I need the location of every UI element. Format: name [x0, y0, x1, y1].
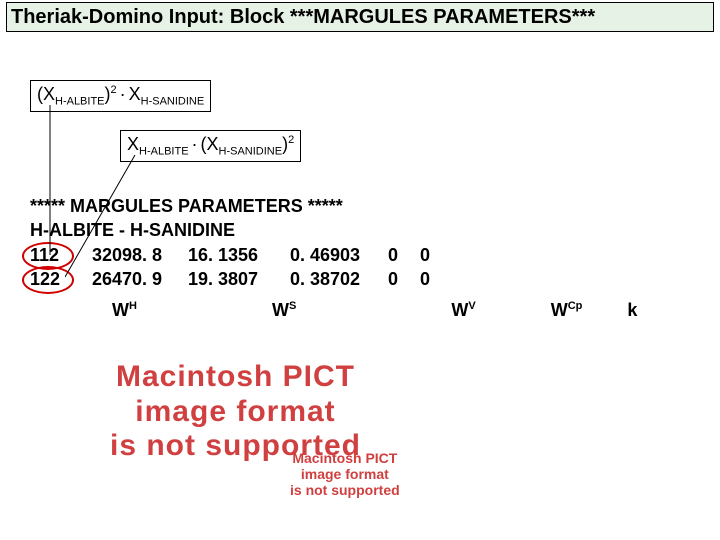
pointer-line-2 [65, 155, 145, 280]
pict-line: Macintosh PICT [290, 450, 400, 466]
row-v0a: 0 [388, 243, 420, 267]
slide-title: Theriak-Domino Input: Block ***MARGULES … [6, 2, 714, 32]
row-v0b: 0 [420, 243, 460, 267]
label-wv: WV [451, 300, 475, 321]
row-v3: 0. 46903 [290, 243, 388, 267]
row-v0b: 0 [420, 267, 460, 291]
row-ws: 16. 1356 [188, 243, 290, 267]
row-ws: 19. 3807 [188, 267, 290, 291]
pict-line: image format [110, 395, 361, 430]
column-labels: WH WS WV WCp k [30, 300, 637, 321]
pict-line: Macintosh PICT [110, 360, 361, 395]
row-v3: 0. 38702 [290, 267, 388, 291]
pict-line: image format [290, 466, 400, 482]
label-k: k [627, 300, 637, 321]
pict-not-supported-small: Macintosh PICT image format is not suppo… [290, 450, 400, 498]
formula-2: XH-ALBITE·(XH-SANIDINE)2 [120, 130, 301, 162]
formula-2-text: XH-ALBITE·(XH-SANIDINE)2 [127, 134, 294, 158]
row-v0a: 0 [388, 267, 420, 291]
label-ws: WS [272, 300, 296, 321]
label-wh: WH [112, 300, 137, 321]
pict-line: is not supported [290, 482, 400, 498]
label-wcp: WCp [551, 300, 583, 321]
pict-not-supported-large: Macintosh PICT image format is not suppo… [110, 360, 361, 464]
